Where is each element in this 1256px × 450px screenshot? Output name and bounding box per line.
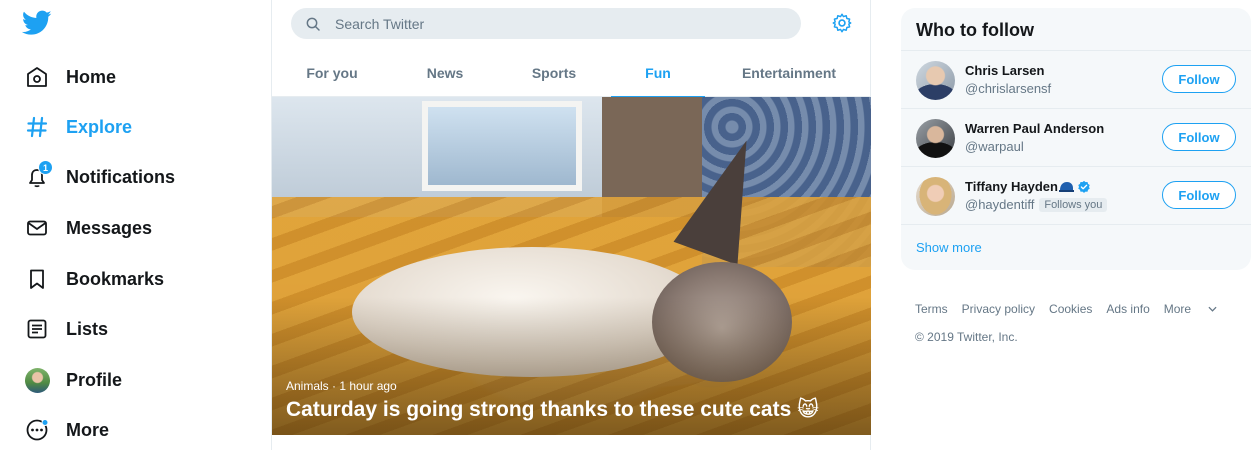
notification-badge: 1 xyxy=(38,160,53,175)
follows-you-badge: Follows you xyxy=(1039,197,1108,212)
search-input[interactable] xyxy=(335,15,755,32)
tab-sports[interactable]: Sports xyxy=(506,49,602,97)
user-handle: @chrislarsensf xyxy=(965,81,1052,96)
nav-item-messages[interactable]: Messages xyxy=(10,206,166,250)
explore-column: For you News Sports Fun Entertainment An… xyxy=(271,0,871,450)
follow-suggestion-row[interactable]: Chris Larsen @chrislarsensf Follow xyxy=(901,51,1251,109)
hero-meta: Animals · 1 hour ago xyxy=(286,379,397,393)
nav-label-notifications: Notifications xyxy=(66,166,176,187)
hashtag-icon xyxy=(24,114,50,140)
nav-item-more[interactable]: More xyxy=(10,408,123,450)
show-more-link[interactable]: Show more xyxy=(916,240,982,255)
who-to-follow-header: Who to follow xyxy=(901,8,1251,51)
nav-label-messages: Messages xyxy=(66,217,153,238)
footer-link-privacy[interactable]: Privacy policy xyxy=(962,302,1035,316)
footer-link-terms[interactable]: Terms xyxy=(915,302,948,316)
avatar xyxy=(916,61,955,100)
tab-entertainment[interactable]: Entertainment xyxy=(732,49,846,97)
who-to-follow-panel: Who to follow Chris Larsen @chrislarsens… xyxy=(901,8,1251,270)
gear-icon[interactable] xyxy=(831,12,853,34)
nav-label-more: More xyxy=(66,419,110,440)
nav-label-bookmarks: Bookmarks xyxy=(66,268,165,289)
hero-window xyxy=(422,101,582,191)
search-box[interactable] xyxy=(291,8,801,39)
profile-avatar-wrap xyxy=(24,367,50,393)
user-name-row: Tiffany Hayden xyxy=(965,179,1091,194)
avatar xyxy=(916,177,955,216)
chevron-down-icon xyxy=(1208,306,1217,312)
more-icon xyxy=(24,417,50,443)
user-name: Warren Paul Anderson xyxy=(965,121,1105,136)
who-to-follow-title: Who to follow xyxy=(916,20,1034,40)
footer-links: Terms Privacy policy Cookies Ads info Mo… xyxy=(915,302,1245,316)
tab-news[interactable]: News xyxy=(398,49,492,97)
verified-icon xyxy=(1077,180,1091,194)
user-handle: @warpaul xyxy=(965,139,1024,154)
footer-link-more: More xyxy=(1163,302,1192,316)
follow-button[interactable]: Follow xyxy=(1162,65,1236,93)
nav-item-explore[interactable]: Explore xyxy=(10,105,146,149)
nav-label-lists: Lists xyxy=(66,318,109,339)
user-name: Chris Larsen xyxy=(965,63,1045,78)
nav-label-explore: Explore xyxy=(66,116,133,137)
trending-hero-card[interactable]: Animals · 1 hour ago Caturday is going s… xyxy=(272,97,871,435)
user-name: Tiffany Hayden xyxy=(965,179,1058,194)
list-icon xyxy=(24,316,50,342)
follow-button[interactable]: Follow xyxy=(1162,123,1236,151)
copyright: © 2019 Twitter, Inc. xyxy=(915,330,1018,344)
envelope-icon xyxy=(24,215,50,241)
user-handle: @haydentiff xyxy=(965,197,1035,212)
footer-more-menu[interactable]: More xyxy=(1164,302,1231,316)
hero-title[interactable]: Caturday is going strong thanks to these… xyxy=(286,397,819,422)
twitter-bird-icon[interactable] xyxy=(22,10,52,36)
nav-label-profile: Profile xyxy=(66,369,123,390)
follow-suggestion-row[interactable]: Tiffany Hayden @haydentiff Follows you F… xyxy=(901,167,1251,225)
explore-tabs: For you News Sports Fun Entertainment xyxy=(272,49,871,98)
follow-suggestion-row[interactable]: Warren Paul Anderson @warpaul Follow xyxy=(901,109,1251,167)
nav-item-notifications[interactable]: 1 Notifications xyxy=(10,155,189,199)
nav-label-home: Home xyxy=(66,66,117,87)
nav-item-bookmarks[interactable]: Bookmarks xyxy=(10,257,178,301)
bell-icon: 1 xyxy=(24,160,53,190)
nav-item-profile[interactable]: Profile xyxy=(10,358,136,402)
home-icon xyxy=(24,64,50,90)
nav-item-lists[interactable]: Lists xyxy=(10,307,122,351)
follow-button[interactable]: Follow xyxy=(1162,181,1236,209)
cap-emoji-icon xyxy=(1058,181,1074,193)
search-icon xyxy=(305,16,321,32)
tab-for-you[interactable]: For you xyxy=(284,49,380,97)
left-nav: Home Explore 1 Notifications Messages Bo… xyxy=(0,0,271,450)
avatar xyxy=(24,367,50,393)
footer-link-cookies[interactable]: Cookies xyxy=(1049,302,1092,316)
tab-fun[interactable]: Fun xyxy=(611,49,705,98)
avatar xyxy=(916,119,955,158)
footer: Terms Privacy policy Cookies Ads info Mo… xyxy=(915,302,1245,344)
footer-link-ads-info[interactable]: Ads info xyxy=(1106,302,1149,316)
nav-item-home[interactable]: Home xyxy=(10,55,130,99)
user-handle-row: @haydentiff Follows you xyxy=(965,197,1108,212)
bookmark-icon xyxy=(24,266,50,292)
